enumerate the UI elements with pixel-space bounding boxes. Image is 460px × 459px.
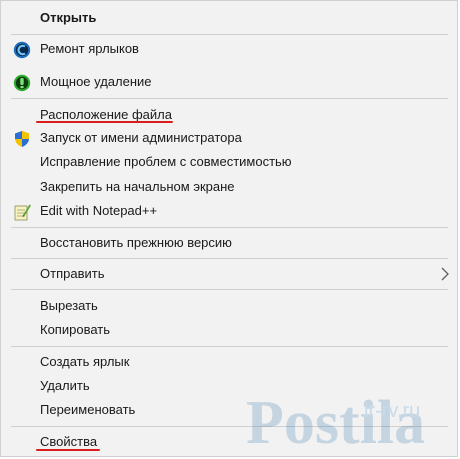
menu-item-edit-notepad-plus-plus[interactable]: Edit with Notepad++: [1, 200, 457, 224]
menu-item-troubleshoot-compatibility[interactable]: Исправление проблем с совместимостью: [1, 151, 457, 175]
repair-shortcut-icon: [13, 41, 31, 59]
menu-item-file-location[interactable]: Расположение файла: [1, 104, 457, 128]
menu-item-run-as-admin[interactable]: Запуск от имени администратора: [1, 127, 457, 151]
menu-item-copy[interactable]: Копировать: [1, 319, 457, 343]
context-menu: Открыть Ремонт ярлыков Мощное удаление Р…: [0, 0, 458, 457]
chevron-right-icon: [441, 267, 449, 281]
separator: [11, 98, 448, 99]
menu-item-create-shortcut-label: Создать ярлык: [40, 354, 130, 369]
menu-item-send-to-label: Отправить: [40, 266, 105, 281]
postila-watermark: Postila ir-rv.ru: [246, 389, 425, 456]
menu-item-pin-to-start-label: Закрепить на начальном экране: [40, 179, 235, 194]
menu-item-cut-label: Вырезать: [40, 298, 98, 313]
menu-item-edit-notepad-plus-plus-label: Edit with Notepad++: [40, 203, 158, 218]
menu-item-run-as-admin-label: Запуск от имени администратора: [40, 130, 242, 145]
separator: [11, 346, 448, 347]
menu-item-power-uninstall[interactable]: Мощное удаление: [1, 71, 457, 95]
highlight-underline: [36, 449, 100, 451]
menu-item-rename-label: Переименовать: [40, 402, 136, 417]
menu-item-send-to[interactable]: Отправить: [1, 263, 457, 287]
menu-item-repair-shortcuts-label: Ремонт ярлыков: [40, 41, 139, 56]
separator: [11, 227, 448, 228]
menu-item-power-uninstall-label: Мощное удаление: [40, 74, 152, 89]
menu-item-open-label: Открыть: [40, 10, 97, 25]
notepad-plus-plus-icon: [14, 204, 31, 221]
menu-item-properties-label: Свойства: [40, 434, 98, 449]
menu-item-repair-shortcuts[interactable]: Ремонт ярлыков: [1, 38, 457, 62]
separator: [11, 34, 448, 35]
uac-shield-icon: [15, 131, 29, 147]
menu-item-open[interactable]: Открыть: [1, 7, 457, 31]
menu-item-create-shortcut[interactable]: Создать ярлык: [1, 351, 457, 375]
menu-item-delete-label: Удалить: [40, 378, 90, 393]
highlight-underline: [36, 121, 173, 123]
menu-item-copy-label: Копировать: [40, 322, 110, 337]
menu-item-troubleshoot-compatibility-label: Исправление проблем с совместимостью: [40, 154, 292, 169]
menu-item-pin-to-start[interactable]: Закрепить на начальном экране: [1, 176, 457, 200]
menu-item-restore-previous-version[interactable]: Восстановить прежнюю версию: [1, 232, 457, 256]
menu-item-restore-previous-version-label: Восстановить прежнюю версию: [40, 235, 232, 250]
menu-item-cut[interactable]: Вырезать: [1, 295, 457, 319]
svg-text:ir-rv.ru: ir-rv.ru: [364, 400, 420, 422]
uninstall-icon: [13, 74, 31, 92]
separator: [11, 258, 448, 259]
separator: [11, 289, 448, 290]
